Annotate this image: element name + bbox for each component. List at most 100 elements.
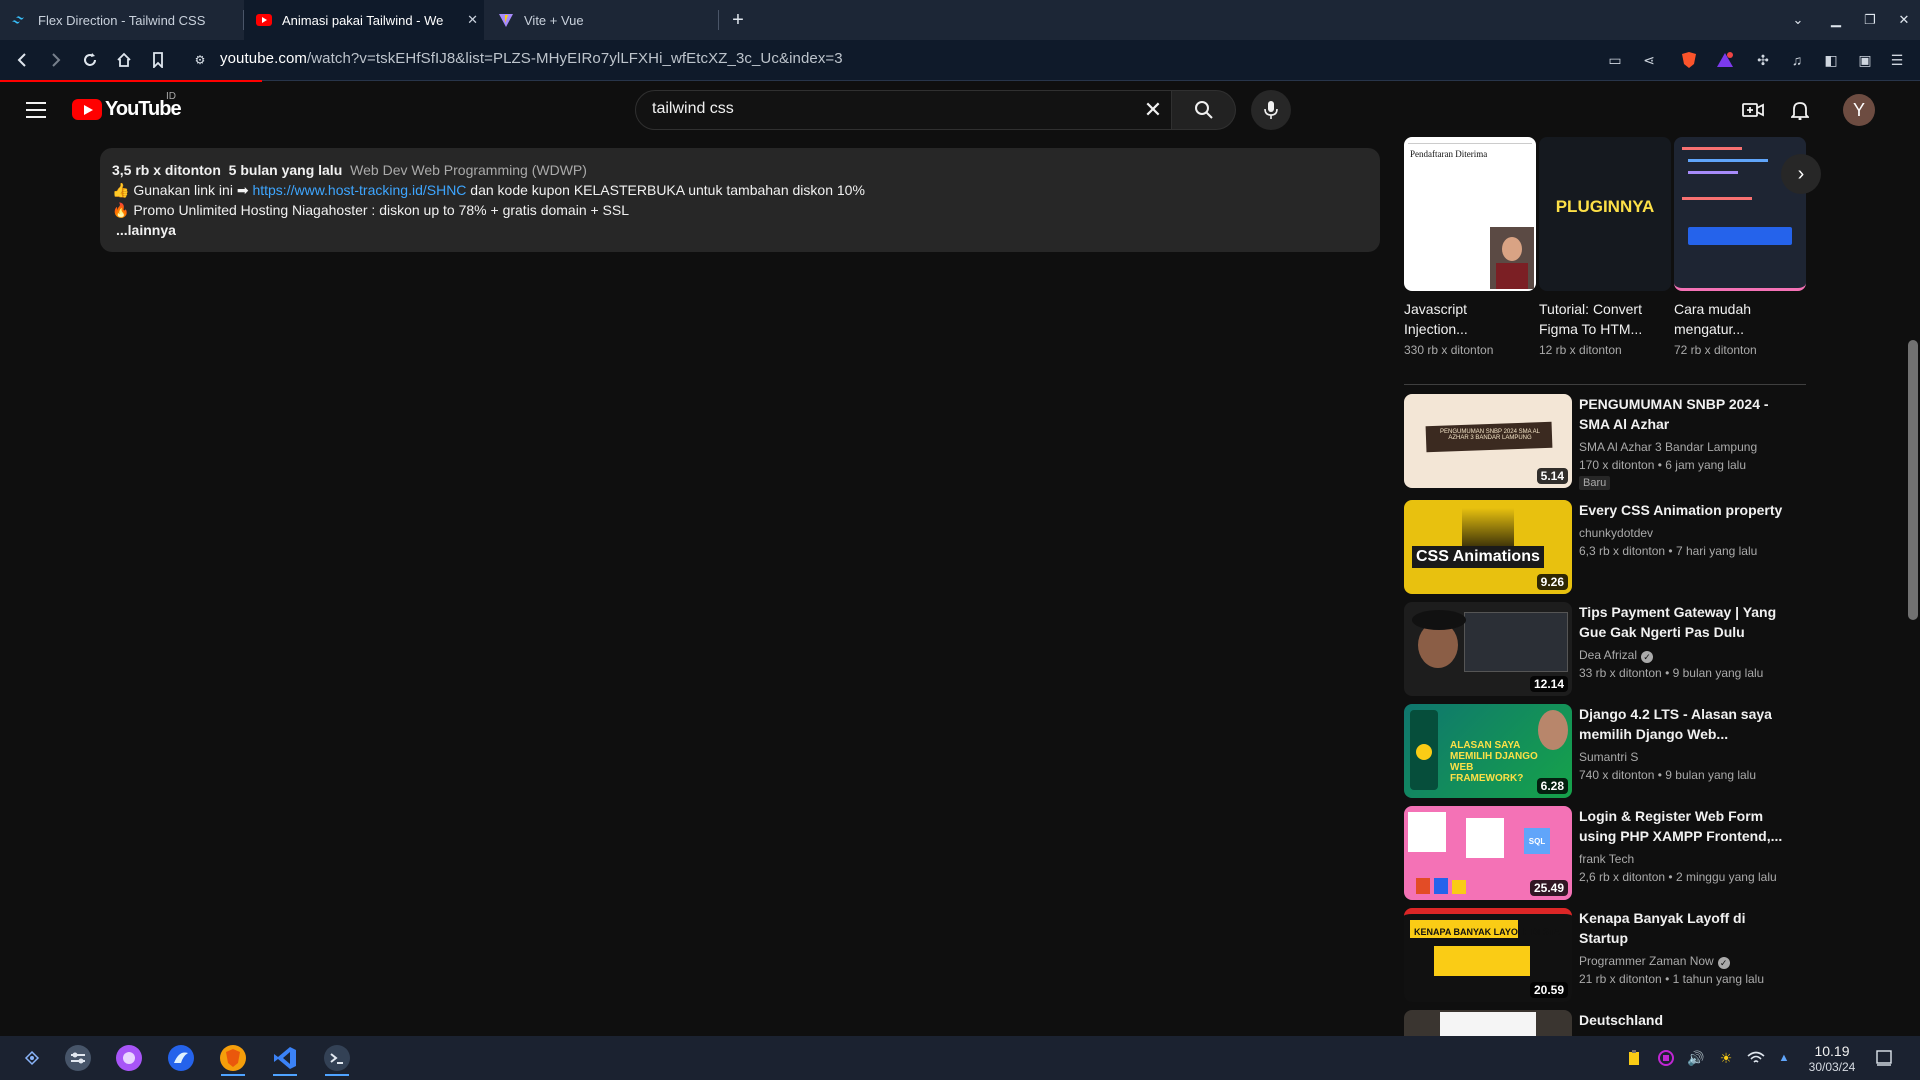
playlist-item-title[interactable]: Javascript Injection... xyxy=(1404,299,1532,339)
video-thumbnail[interactable]: ALASAN SAYA MEMILIH DJANGO WEB FRAMEWORK… xyxy=(1404,704,1572,798)
video-duration: 6.28 xyxy=(1536,778,1568,794)
discover-store-icon[interactable] xyxy=(109,1040,149,1076)
scrollbar-thumb[interactable] xyxy=(1908,340,1918,620)
view-count: 3,5 rb x ditonton xyxy=(112,162,221,178)
home-button[interactable] xyxy=(110,46,138,74)
minimize-button[interactable]: ▁ xyxy=(1820,0,1852,40)
back-button[interactable] xyxy=(8,46,36,74)
wallet-icon[interactable]: ▣ xyxy=(1854,49,1876,71)
video-thumbnail[interactable]: CSS Animations 9.26 xyxy=(1404,500,1572,594)
video-meta: 33 rb x ditonton • 9 bulan yang lalu xyxy=(1579,666,1764,680)
youtube-logo[interactable]: YouTube ID xyxy=(72,91,182,121)
playlist-item-title[interactable]: Cara mudah mengatur... xyxy=(1674,299,1802,339)
channel-name[interactable]: Programmer Zaman Now ✓ xyxy=(1579,954,1730,969)
tray-expand-icon[interactable]: ▲ xyxy=(1774,1048,1794,1068)
menu-icon[interactable]: ☰ xyxy=(1886,49,1908,71)
related-video[interactable]: SQL 25.49 Login & Register Web Form usin… xyxy=(1404,806,1824,900)
clock-date[interactable]: 30/03/24 xyxy=(1800,1060,1864,1074)
related-video[interactable]: CSS Animations 9.26 Every CSS Animation … xyxy=(1404,500,1824,594)
video-title[interactable]: Deutschland xyxy=(1579,1010,1789,1030)
screen-record-icon[interactable] xyxy=(1656,1048,1676,1068)
volume-icon[interactable]: 🔊 xyxy=(1686,1048,1706,1068)
site-info-icon[interactable]: ⚙ xyxy=(186,46,214,74)
related-video[interactable]: 12.14 Tips Payment Gateway | Yang Gue Ga… xyxy=(1404,602,1824,696)
channel-name[interactable]: frank Tech xyxy=(1579,852,1634,866)
playlist-thumbnail[interactable]: Pendaftaran Diterima xyxy=(1404,137,1536,291)
related-video[interactable]: KENAPA BANYAK LAYOFF DI STA 20.59 Kenapa… xyxy=(1404,908,1824,1002)
voice-search-button[interactable] xyxy=(1251,90,1291,130)
chevron-right-icon[interactable]: › xyxy=(1781,154,1821,194)
video-thumbnail[interactable]: PENGUMUMAN SNBP 2024 SMA AL AZHAR 3 BAND… xyxy=(1404,394,1572,488)
related-video[interactable]: ALASAN SAYA MEMILIH DJANGO WEB FRAMEWORK… xyxy=(1404,704,1824,798)
brave-browser-icon[interactable] xyxy=(213,1040,253,1076)
forward-button[interactable] xyxy=(42,46,70,74)
share-icon[interactable]: ⋖ xyxy=(1638,49,1660,71)
playlist-thumbnail[interactable]: PLUGINNYA xyxy=(1539,137,1671,291)
notifications-button[interactable] xyxy=(1786,96,1814,124)
create-video-button[interactable] xyxy=(1739,96,1767,124)
system-settings-icon[interactable] xyxy=(58,1040,98,1076)
tab-vite-vue[interactable]: Vite + Vue xyxy=(486,0,716,40)
tab-animasi-tailwind[interactable]: Animasi pakai Tailwind - We ✕ xyxy=(244,0,484,40)
show-more-button[interactable]: ...lainnya xyxy=(116,220,1368,240)
description-tags[interactable]: Web Dev Web Programming (WDWP) xyxy=(350,162,587,178)
channel-name[interactable]: chunkydotdev xyxy=(1579,526,1653,540)
chevron-down-icon[interactable]: ⌄ xyxy=(1782,0,1814,40)
related-video[interactable]: PENGUMUMAN SNBP 2024 SMA AL AZHAR 3 BAND… xyxy=(1404,394,1824,490)
video-thumbnail[interactable]: KENAPA BANYAK LAYOFF DI STA 20.59 xyxy=(1404,908,1572,1002)
brave-rewards-icon[interactable] xyxy=(1714,49,1736,71)
video-title[interactable]: Tips Payment Gateway | Yang Gue Gak Nger… xyxy=(1579,602,1789,642)
channel-name[interactable]: Dea Afrizal ✓ xyxy=(1579,648,1654,663)
close-window-button[interactable]: ✕ xyxy=(1888,0,1920,40)
close-icon[interactable]: ✕ xyxy=(467,12,478,28)
video-description[interactable]: 3,5 rb x ditonton 5 bulan yang lalu Web … xyxy=(100,148,1380,252)
wifi-icon[interactable] xyxy=(1746,1048,1766,1068)
video-meta: 2,6 rb x ditonton • 2 minggu yang lalu xyxy=(1579,870,1777,884)
clock-time[interactable]: 10.19 xyxy=(1808,1043,1856,1059)
brave-shields-icon[interactable] xyxy=(1678,49,1700,71)
dolphin-file-manager-icon[interactable] xyxy=(161,1040,201,1076)
video-thumbnail[interactable] xyxy=(1404,1010,1572,1036)
avatar[interactable]: Y xyxy=(1843,94,1875,126)
related-video[interactable]: Deutschland xyxy=(1404,1010,1824,1036)
bookmark-icon[interactable] xyxy=(144,46,172,74)
media-icon[interactable]: ♫ xyxy=(1786,49,1808,71)
search-button[interactable] xyxy=(1172,90,1236,130)
reload-button[interactable] xyxy=(76,46,104,74)
hamburger-menu-icon[interactable] xyxy=(22,96,50,124)
video-thumbnail[interactable]: SQL 25.49 xyxy=(1404,806,1572,900)
show-desktop-icon[interactable] xyxy=(1874,1048,1894,1068)
clipboard-icon[interactable] xyxy=(1624,1048,1644,1068)
thumbnail-text: PENGUMUMAN SNBP 2024 SMA AL AZHAR 3 BAND… xyxy=(1440,429,1540,441)
bell-icon xyxy=(1791,102,1809,120)
extensions-icon[interactable]: ✣ xyxy=(1752,49,1774,71)
video-title[interactable]: Login & Register Web Form using PHP XAMP… xyxy=(1579,806,1789,846)
divider xyxy=(262,80,1920,81)
playlist-item-views: 72 rb x ditonton xyxy=(1674,343,1757,357)
channel-name[interactable]: Sumantri S xyxy=(1579,750,1638,764)
url-field[interactable]: youtube.com/watch?v=tskEHfSfIJ8&list=PLZ… xyxy=(220,50,843,67)
restore-button[interactable]: ❐ xyxy=(1854,0,1886,40)
promo-link[interactable]: https://www.host-tracking.id/SHNC xyxy=(252,182,466,198)
app-launcher-icon[interactable] xyxy=(12,1040,52,1076)
cast-icon[interactable]: ▭ xyxy=(1604,49,1626,71)
video-title[interactable]: Every CSS Animation property xyxy=(1579,500,1789,520)
divider xyxy=(1404,384,1806,385)
new-tab-button[interactable]: + xyxy=(722,0,754,40)
tab-flex-direction[interactable]: Flex Direction - Tailwind CSS xyxy=(0,0,242,40)
sidebar-icon[interactable]: ◧ xyxy=(1820,49,1842,71)
playlist-item-title[interactable]: Tutorial: Convert Figma To HTM... xyxy=(1539,299,1667,339)
layoff-block xyxy=(1434,946,1530,976)
clear-search-icon[interactable]: ✕ xyxy=(1141,98,1165,122)
tab-separator xyxy=(718,10,719,30)
channel-name[interactable]: SMA Al Azhar 3 Bandar Lampung xyxy=(1579,440,1757,454)
video-title[interactable]: Django 4.2 LTS - Alasan saya memilih Dja… xyxy=(1579,704,1789,744)
video-title[interactable]: PENGUMUMAN SNBP 2024 - SMA Al Azhar xyxy=(1579,394,1789,434)
search-input[interactable] xyxy=(652,100,1072,118)
vscode-icon[interactable] xyxy=(265,1040,305,1076)
video-title[interactable]: Kenapa Banyak Layoff di Startup xyxy=(1579,908,1789,948)
video-thumbnail[interactable]: 12.14 xyxy=(1404,602,1572,696)
brightness-icon[interactable]: ☀ xyxy=(1716,1048,1736,1068)
terminal-icon[interactable] xyxy=(317,1040,357,1076)
taskbar: 🔊 ☀ ▲ xyxy=(0,1036,1920,1080)
